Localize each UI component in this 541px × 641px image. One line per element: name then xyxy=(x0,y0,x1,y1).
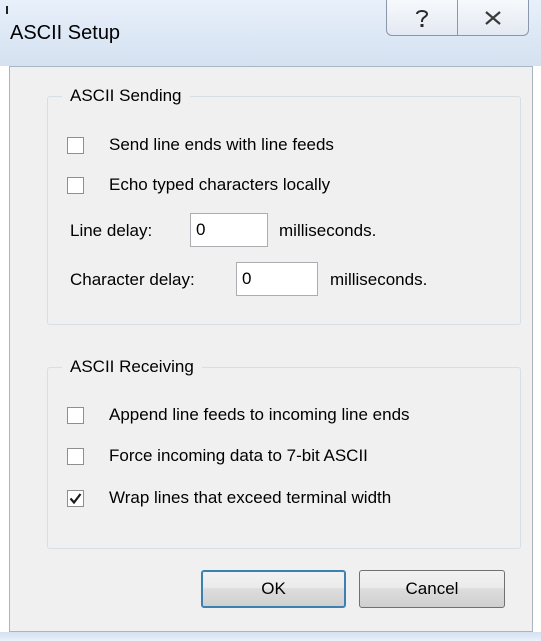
dialog-client-area: ASCII Sending Send line ends with line f… xyxy=(9,66,533,632)
echo-typed-label: Echo typed characters locally xyxy=(109,175,331,194)
line-delay-input[interactable]: 0 xyxy=(190,213,268,247)
wrap-lines-row[interactable]: Wrap lines that exceed terminal width xyxy=(67,488,391,508)
send-line-ends-label: Send line ends with line feeds xyxy=(109,135,334,154)
window-title: ASCII Setup xyxy=(10,22,121,44)
ascii-receiving-group: ASCII Receiving Append line feeds to inc… xyxy=(47,355,521,549)
help-button[interactable] xyxy=(387,0,457,35)
echo-typed-checkbox[interactable] xyxy=(67,176,84,194)
ascii-sending-group-label: ASCII Sending xyxy=(62,84,190,108)
force-7bit-checkbox[interactable] xyxy=(67,447,84,465)
checkmark-icon xyxy=(69,492,82,504)
append-line-feeds-label: Append line feeds to incoming line ends xyxy=(109,405,410,424)
character-delay-input[interactable]: 0 xyxy=(236,262,318,296)
echo-typed-row[interactable]: Echo typed characters locally xyxy=(67,175,330,195)
line-delay-unit: milliseconds. xyxy=(279,221,377,240)
close-icon xyxy=(485,10,501,25)
close-button[interactable] xyxy=(457,0,528,35)
ascii-receiving-group-label: ASCII Receiving xyxy=(62,355,202,379)
character-delay-label: Character delay: xyxy=(70,270,195,289)
ascii-sending-group: ASCII Sending Send line ends with line f… xyxy=(47,84,521,325)
append-line-feeds-row[interactable]: Append line feeds to incoming line ends xyxy=(67,405,410,425)
title-bar: ASCII Setup xyxy=(0,0,541,66)
append-line-feeds-checkbox[interactable] xyxy=(67,406,84,424)
ok-button[interactable]: OK xyxy=(201,570,346,608)
send-line-ends-checkbox[interactable] xyxy=(67,136,84,154)
title-buttons xyxy=(386,0,529,36)
send-line-ends-row[interactable]: Send line ends with line feeds xyxy=(67,135,334,155)
wrap-lines-label: Wrap lines that exceed terminal width xyxy=(109,488,392,507)
window-frame-bottom xyxy=(0,632,541,641)
cancel-button[interactable]: Cancel xyxy=(359,570,505,608)
force-7bit-label: Force incoming data to 7-bit ASCII xyxy=(109,446,368,465)
force-7bit-row[interactable]: Force incoming data to 7-bit ASCII xyxy=(67,446,368,466)
help-icon xyxy=(416,9,429,27)
line-delay-label: Line delay: xyxy=(70,221,153,240)
window-corner-mark xyxy=(6,6,11,14)
wrap-lines-checkbox[interactable] xyxy=(67,489,84,507)
character-delay-unit: milliseconds. xyxy=(330,270,428,289)
